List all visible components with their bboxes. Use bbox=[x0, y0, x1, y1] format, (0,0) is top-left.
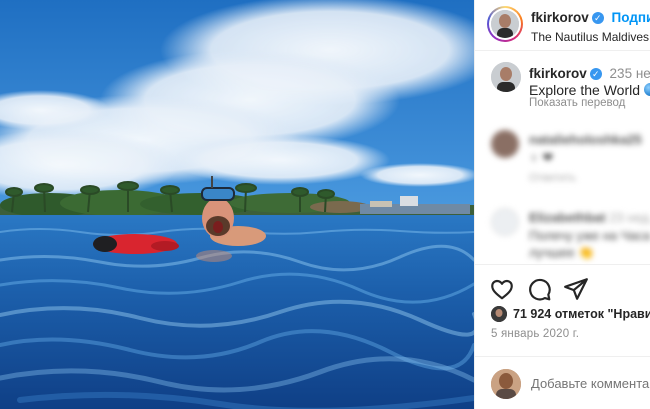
caption-avatar[interactable] bbox=[491, 62, 521, 92]
divider bbox=[475, 264, 650, 265]
divider bbox=[475, 356, 650, 357]
story-ring-avatar[interactable] bbox=[487, 6, 523, 42]
likes-count[interactable]: 71 924 отметок "Нрави bbox=[491, 306, 650, 326]
post-date[interactable]: 5 январь 2020 г. bbox=[491, 328, 579, 340]
comment-icon[interactable] bbox=[526, 276, 552, 302]
comment-avatar[interactable] bbox=[491, 130, 519, 158]
current-user-avatar bbox=[491, 369, 521, 399]
avatar bbox=[491, 10, 519, 38]
heart-icon[interactable] bbox=[489, 276, 515, 302]
caption-text: Explore the World bbox=[529, 82, 650, 98]
caption-username[interactable]: fkirkorov bbox=[529, 66, 587, 81]
globe-emoji-icon bbox=[644, 83, 650, 96]
comment-header: Elizabethbat 23 нед. bbox=[529, 210, 650, 225]
action-bar bbox=[489, 276, 609, 302]
post-header: fkirkorov✓ Подпи The Nautilus Maldives bbox=[487, 6, 650, 44]
verified-badge-icon: ✓ bbox=[589, 68, 602, 80]
post-sidebar: fkirkorov✓ Подпи The Nautilus Maldives f… bbox=[474, 0, 650, 409]
comment-username[interactable]: Elizabethbat bbox=[529, 210, 606, 225]
comment-time: 23 нед. bbox=[609, 210, 650, 225]
likes-text[interactable]: 71 924 отметок "Нрави bbox=[513, 307, 650, 321]
username-link[interactable]: fkirkorov bbox=[531, 10, 589, 25]
header-username: fkirkorov✓ Подпи bbox=[531, 10, 650, 25]
follow-button[interactable]: Подпи bbox=[612, 10, 650, 25]
translate-button[interactable]: Показать перевод bbox=[529, 97, 625, 109]
location-link[interactable]: The Nautilus Maldives bbox=[531, 30, 649, 44]
add-comment-input[interactable] bbox=[531, 376, 650, 391]
comment-text-continued: лучшее 👏 bbox=[529, 245, 595, 260]
caption-header: fkirkorov✓ 235 нед. bbox=[529, 66, 650, 81]
comment-avatar[interactable] bbox=[491, 208, 519, 236]
comment-text: Полечу уже на Часа bbox=[529, 228, 650, 243]
send-icon[interactable] bbox=[563, 276, 589, 302]
verified-badge-icon: ✓ bbox=[591, 12, 604, 24]
photo-scene bbox=[0, 0, 474, 409]
divider bbox=[475, 50, 650, 51]
caption-time[interactable]: 235 нед. bbox=[610, 66, 650, 81]
liker-avatar bbox=[491, 306, 507, 322]
comment-username[interactable]: natalieholoshka25 bbox=[529, 132, 642, 147]
caption-text-content: Explore the World bbox=[529, 82, 641, 98]
post-photo[interactable] bbox=[0, 0, 474, 409]
comment-reply[interactable]: Ответить bbox=[529, 172, 576, 184]
comment-text: ♀ ❤ bbox=[529, 150, 554, 165]
